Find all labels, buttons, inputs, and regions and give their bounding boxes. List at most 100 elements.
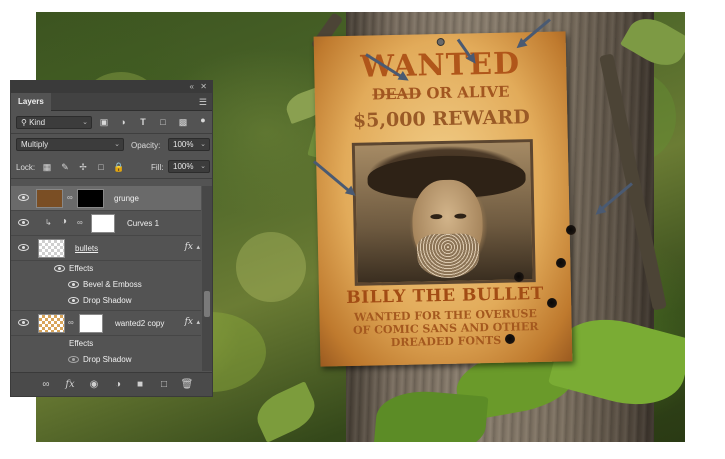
bullet-hole <box>556 258 566 268</box>
poster-blurb: WANTED FOR THE OVERUSE OF COMIC SANS AND… <box>319 306 572 350</box>
filter-kind-select[interactable]: ⚲ Kind ⌄ <box>16 116 92 129</box>
tab-layers[interactable]: Layers <box>11 93 51 111</box>
effect-row-drop-shadow[interactable]: Drop Shadow <box>11 293 201 311</box>
search-icon: ⚲ <box>21 118 27 127</box>
effect-row-bevel-emboss[interactable]: Bevel & Emboss <box>11 277 201 293</box>
beard <box>416 233 480 279</box>
link-layers-icon[interactable]: ∞ <box>39 378 53 392</box>
visibility-eye-icon[interactable] <box>68 356 79 363</box>
layer-mask-thumbnail[interactable] <box>79 314 103 333</box>
layer-row-grunge[interactable]: ∞ grunge <box>11 186 201 211</box>
poster-title: WANTED <box>360 46 521 85</box>
visibility-eye-icon[interactable] <box>18 219 29 226</box>
type-filter-icon[interactable]: T <box>137 116 149 128</box>
fill-value: 100% <box>173 162 194 171</box>
divider <box>11 178 212 179</box>
adjustment-layer-icon[interactable]: ◑ <box>61 216 67 227</box>
layer-thumbnail[interactable] <box>38 239 65 258</box>
chevron-up-icon[interactable]: ▴ <box>196 243 200 251</box>
link-chain-icon[interactable]: ∞ <box>77 218 83 227</box>
layer-name[interactable]: Curves 1 <box>127 219 159 228</box>
poster-dead-or-alive: DEAD OR ALIVE <box>315 81 567 104</box>
trash-icon[interactable]: 🗑 <box>180 378 194 392</box>
shape-filter-icon[interactable]: □ <box>157 116 169 128</box>
panel-bottom-toolbar: ∞ fx ◉ ◑ ■ □ 🗑 <box>11 372 212 396</box>
image-filter-icon[interactable]: ▣ <box>98 116 110 128</box>
smart-object-filter-icon[interactable]: ▩ <box>177 116 189 128</box>
link-chain-icon[interactable]: ∞ <box>67 193 73 202</box>
layer-name[interactable]: grunge <box>114 194 139 203</box>
chevron-up-icon[interactable]: ▴ <box>196 318 200 326</box>
lock-image-pixels-icon[interactable]: ✎ <box>59 161 71 173</box>
lock-row: Lock: ▦ ✎ ✢ □ 🔒 Fill: 100% ⌄ <box>11 156 212 178</box>
layer-mask-thumbnail[interactable] <box>77 189 104 208</box>
opacity-label: Opacity: <box>131 141 161 150</box>
lock-all-icon[interactable]: 🔒 <box>113 161 125 173</box>
effects-row[interactable]: Effects <box>11 336 201 352</box>
visibility-eye-icon[interactable] <box>18 319 29 326</box>
new-adjustment-layer-icon[interactable]: ◑ <box>111 378 125 392</box>
layer-mask-thumbnail[interactable] <box>91 214 115 233</box>
visibility-eye-icon[interactable] <box>54 265 65 272</box>
new-group-icon[interactable]: ■ <box>133 378 147 392</box>
layer-name[interactable]: wanted2 copy <box>115 319 164 328</box>
visibility-eye-icon[interactable] <box>68 297 79 304</box>
adjustment-filter-icon[interactable]: ◑ <box>117 116 129 128</box>
lock-label: Lock: <box>16 163 36 172</box>
chevron-down-icon: ⌄ <box>200 141 206 148</box>
poster-reward: $5,000 REWARD <box>352 106 530 132</box>
visibility-eye-icon[interactable] <box>18 194 29 201</box>
fill-label: Fill: <box>151 163 164 172</box>
add-mask-icon[interactable]: ◉ <box>87 378 101 392</box>
layer-row-wanted2-copy[interactable]: ∞ wanted2 copy fx ▴ <box>11 311 201 336</box>
bullet-hole <box>505 334 515 344</box>
effect-name: Bevel & Emboss <box>83 280 142 289</box>
close-icon[interactable]: ✕ <box>200 82 207 91</box>
fx-icon[interactable]: fx <box>185 317 193 327</box>
lock-transparent-pixels-icon[interactable]: ▦ <box>41 161 53 173</box>
link-chain-icon[interactable]: ∞ <box>68 318 74 327</box>
hamburger-menu-icon[interactable]: ☰ <box>199 97 207 108</box>
layer-row-bullets[interactable]: bullets fx ▴ <box>11 236 201 261</box>
scrollbar-thumb[interactable] <box>204 291 210 317</box>
layer-name[interactable]: bullets <box>75 244 98 253</box>
blend-mode-select[interactable]: Multiply ⌄ <box>16 138 124 151</box>
layer-thumbnail[interactable] <box>36 189 63 208</box>
opacity-value: 100% <box>173 140 194 149</box>
effects-label: Effects <box>69 339 94 348</box>
filter-kind-value: Kind <box>29 118 46 127</box>
chevron-down-icon: ⌄ <box>82 119 88 126</box>
layer-row-curves[interactable]: ↳ ◑ ∞ Curves 1 <box>11 211 201 236</box>
chevron-down-icon: ⌄ <box>200 163 206 170</box>
chevron-down-icon: ⌄ <box>114 141 120 148</box>
layers-panel: « ✕ Layers ☰ ⚲ Kind ⌄ ▣ ◑ T □ ▩ ● Multip… <box>10 80 213 397</box>
filter-row: ⚲ Kind ⌄ ▣ ◑ T □ ▩ ● <box>11 111 212 133</box>
layers-list: ∞ grunge ↳ ◑ ∞ Curves 1 bullets fx ▴ Eff… <box>11 186 201 371</box>
layers-scrollbar[interactable] <box>202 186 212 371</box>
panel-tab-bar: Layers ☰ <box>11 93 212 111</box>
visibility-eye-icon[interactable] <box>68 281 79 288</box>
fill-field[interactable]: 100% ⌄ <box>168 160 210 173</box>
lock-position-icon[interactable]: ✢ <box>77 161 89 173</box>
layer-thumbnail[interactable] <box>38 314 65 333</box>
lock-artboard-icon[interactable]: □ <box>95 161 107 173</box>
effect-row-drop-shadow[interactable]: Drop Shadow <box>11 352 201 368</box>
double-chevron-icon[interactable]: « <box>190 82 194 91</box>
add-layer-style-icon[interactable]: fx <box>63 378 77 392</box>
leaf <box>250 381 322 442</box>
bullet-hole <box>514 272 524 282</box>
panel-title-bar[interactable]: « ✕ <box>11 81 212 93</box>
nail-icon <box>436 37 445 47</box>
blend-mode-value: Multiply <box>21 140 49 149</box>
filter-toggle-icon[interactable]: ● <box>197 114 209 126</box>
bokeh-light <box>236 232 306 302</box>
opacity-field[interactable]: 100% ⌄ <box>168 138 210 151</box>
new-layer-icon[interactable]: □ <box>157 378 171 392</box>
screenshot-stage: WANTED DEAD OR ALIVE $5,000 REWARD BILLY… <box>0 0 725 459</box>
effects-row[interactable]: Effects <box>11 261 201 277</box>
poster-dead: DEAD <box>371 84 422 104</box>
fx-icon[interactable]: fx <box>185 242 193 252</box>
effect-name: Drop Shadow <box>83 296 132 305</box>
visibility-eye-icon[interactable] <box>18 244 29 251</box>
bullet-hole <box>566 225 576 235</box>
